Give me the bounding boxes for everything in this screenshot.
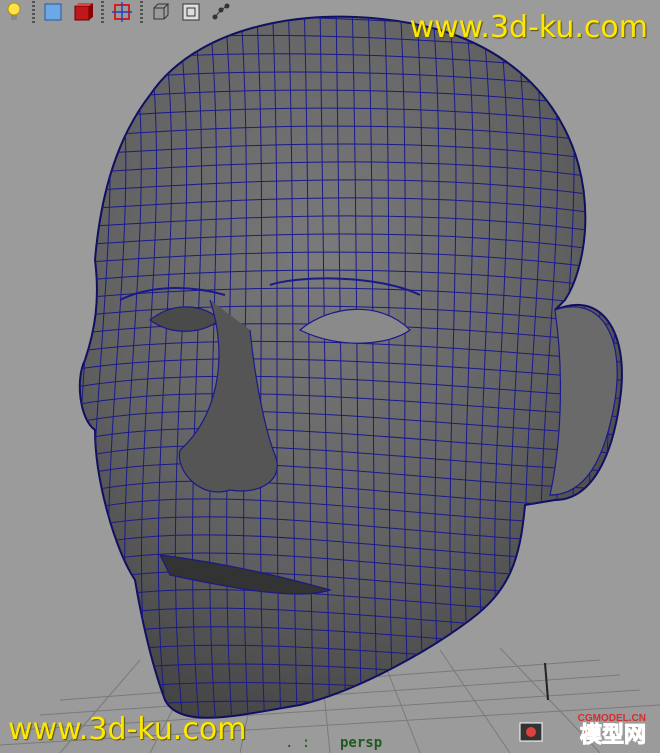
camera-name-label: persp: [340, 735, 383, 751]
camera-path-icon[interactable]: [209, 1, 233, 23]
cgmodel-logo: CGMODEL.CN 模型网: [518, 711, 654, 749]
frame-select-icon[interactable]: [110, 1, 134, 23]
wireframe-cube-icon[interactable]: [149, 1, 173, 23]
ear: [549, 306, 618, 496]
watermark-top: www.3d-ku.com: [409, 10, 648, 45]
logo-big-text: 模型网: [579, 723, 646, 749]
light-bulb-icon[interactable]: [2, 1, 26, 23]
isolate-icon[interactable]: [179, 1, 203, 23]
watermark-bottom: www.3d-ku.com: [8, 712, 247, 747]
red-cube-icon[interactable]: [71, 1, 95, 23]
viewport-toolbar: [0, 0, 233, 24]
maya-viewport[interactable]: www.3d-ku.com www.3d-ku.com . : persp CG…: [0, 0, 660, 753]
toolbar-separator: [101, 1, 104, 23]
toolbar-separator: [32, 1, 35, 23]
logo-mark-icon: [519, 722, 543, 742]
blue-cube-icon[interactable]: [41, 1, 65, 23]
axis-marker: [544, 662, 549, 701]
head-mesh-scene: [0, 15, 660, 753]
toolbar-separator: [140, 1, 143, 23]
camera-dots: . :: [285, 735, 311, 751]
